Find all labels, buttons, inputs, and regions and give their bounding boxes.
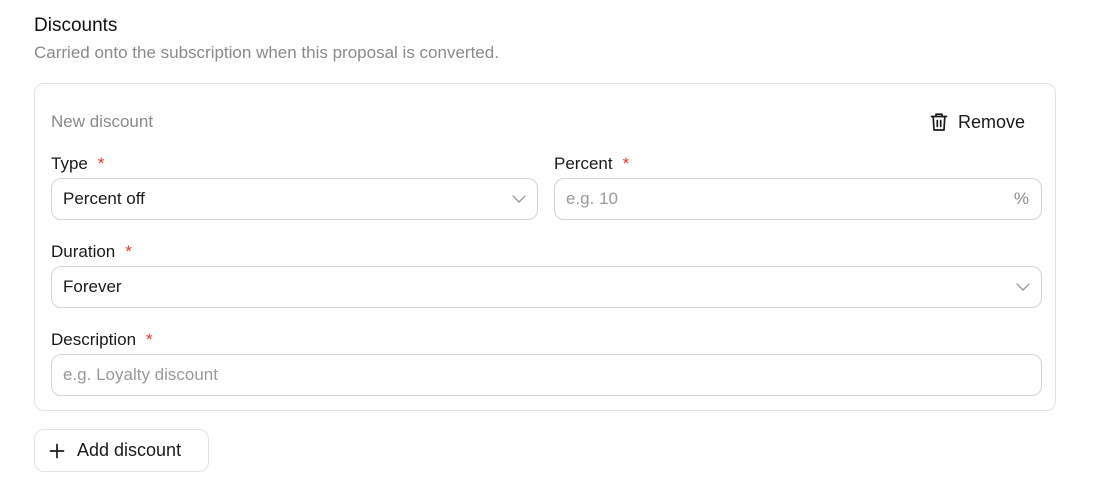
description-label: Description * — [51, 329, 153, 351]
percent-input[interactable]: e.g. 10 % — [554, 178, 1042, 220]
duration-required-marker: * — [125, 242, 132, 261]
description-input-placeholder: e.g. Loyalty discount — [63, 365, 218, 384]
type-required-marker: * — [97, 154, 105, 173]
discount-card-title: New discount — [51, 112, 154, 131]
section-title: Discounts — [34, 15, 118, 36]
description-input[interactable]: e.g. Loyalty discount — [51, 354, 1042, 396]
percent-label: Percent * — [554, 153, 629, 175]
type-label-text: Type — [51, 154, 88, 173]
description-required-marker: * — [146, 330, 153, 349]
type-select[interactable]: Percent off — [51, 178, 538, 220]
type-select-value: Percent off — [63, 189, 145, 208]
discount-card: New discount Remove Type * Percent off P… — [34, 83, 1056, 411]
percent-suffix: % — [1013, 189, 1029, 208]
trash-icon — [930, 112, 948, 132]
duration-select[interactable]: Forever — [51, 266, 1042, 308]
percent-required-marker: * — [622, 154, 630, 173]
chevron-down-icon — [1016, 283, 1030, 291]
add-discount-button[interactable]: Add discount — [34, 429, 209, 472]
remove-label: Remove — [957, 112, 1025, 132]
remove-discount-button[interactable]: Remove — [930, 110, 1025, 134]
plus-icon — [49, 443, 65, 459]
add-discount-label: Add discount — [77, 440, 182, 460]
section-subtitle: Carried onto the subscription when this … — [34, 43, 499, 62]
type-label: Type * — [51, 153, 104, 175]
description-label-text: Description — [51, 330, 137, 349]
discount-card-header: New discount Remove — [51, 110, 1025, 134]
duration-select-value: Forever — [63, 277, 122, 296]
duration-label: Duration * — [51, 241, 132, 263]
duration-label-text: Duration — [51, 242, 116, 261]
percent-label-text: Percent — [554, 154, 613, 173]
percent-input-placeholder: e.g. 10 — [566, 189, 618, 208]
chevron-down-icon — [512, 195, 526, 203]
discounts-section: Discounts Carried onto the subscription … — [34, 14, 1058, 472]
